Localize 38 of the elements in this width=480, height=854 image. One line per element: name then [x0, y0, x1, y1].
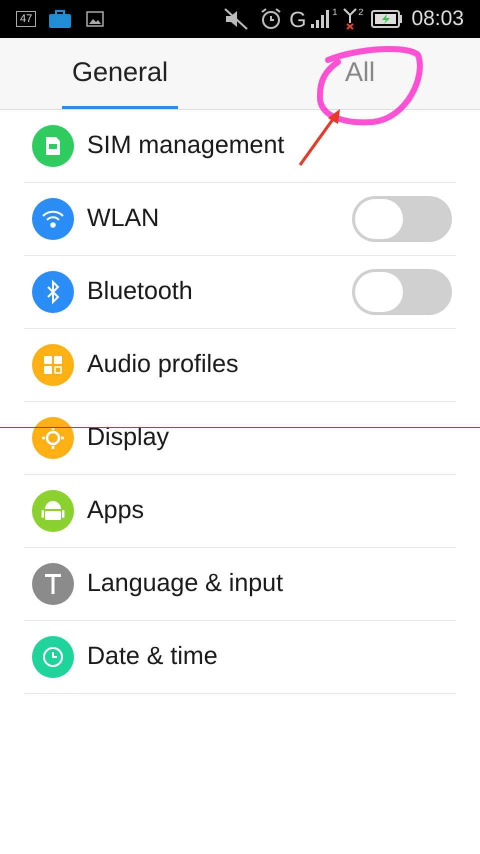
grid-icon: [44, 356, 62, 374]
image-icon: [86, 11, 104, 27]
setting-label: WLAN: [87, 203, 160, 234]
no-signal-antenna-icon: [343, 8, 358, 30]
signal-icon: [310, 9, 330, 29]
setting-label: Apps: [87, 495, 145, 526]
tab[interactable]: General: [0, 38, 240, 109]
toggle-switch[interactable]: [352, 196, 452, 242]
bluetooth-icon: [47, 280, 60, 304]
wifi-icon: [42, 210, 64, 228]
android-icon: [42, 501, 64, 520]
sim-number: 1: [332, 6, 338, 19]
settings-item[interactable]: Language & input: [24, 548, 456, 621]
setting-label: Display: [87, 422, 170, 454]
sun-icon: [40, 426, 66, 450]
clock-time: 08:03: [411, 6, 464, 32]
sim-card-icon: [46, 137, 60, 155]
settings-item[interactable]: Audio profiles: [24, 329, 456, 402]
letter-t-icon: [45, 574, 61, 594]
settings-item[interactable]: SIM management: [24, 110, 456, 183]
settings-item[interactable]: WLAN: [24, 183, 456, 256]
setting-label: Audio profiles: [87, 349, 240, 380]
setting-label: Date & time: [87, 641, 219, 672]
muted-speaker-icon: [223, 7, 250, 31]
alarm-clock-icon: [259, 7, 284, 31]
briefcase-icon: [48, 9, 72, 29]
setting-label: Language & input: [87, 568, 284, 600]
network-type: G: [289, 6, 306, 34]
settings-item[interactable]: Bluetooth: [24, 256, 456, 329]
charging-battery-icon: [371, 9, 404, 29]
clock-icon: [43, 647, 63, 667]
settings-item[interactable]: Apps: [24, 475, 456, 548]
setting-label: Bluetooth: [87, 276, 194, 308]
toggle-switch[interactable]: [352, 269, 452, 315]
setting-label: SIM management: [87, 130, 286, 162]
notification-count: 47: [16, 11, 36, 27]
sim-number: 2: [358, 6, 364, 19]
settings-item[interactable]: Date & time: [24, 621, 456, 694]
